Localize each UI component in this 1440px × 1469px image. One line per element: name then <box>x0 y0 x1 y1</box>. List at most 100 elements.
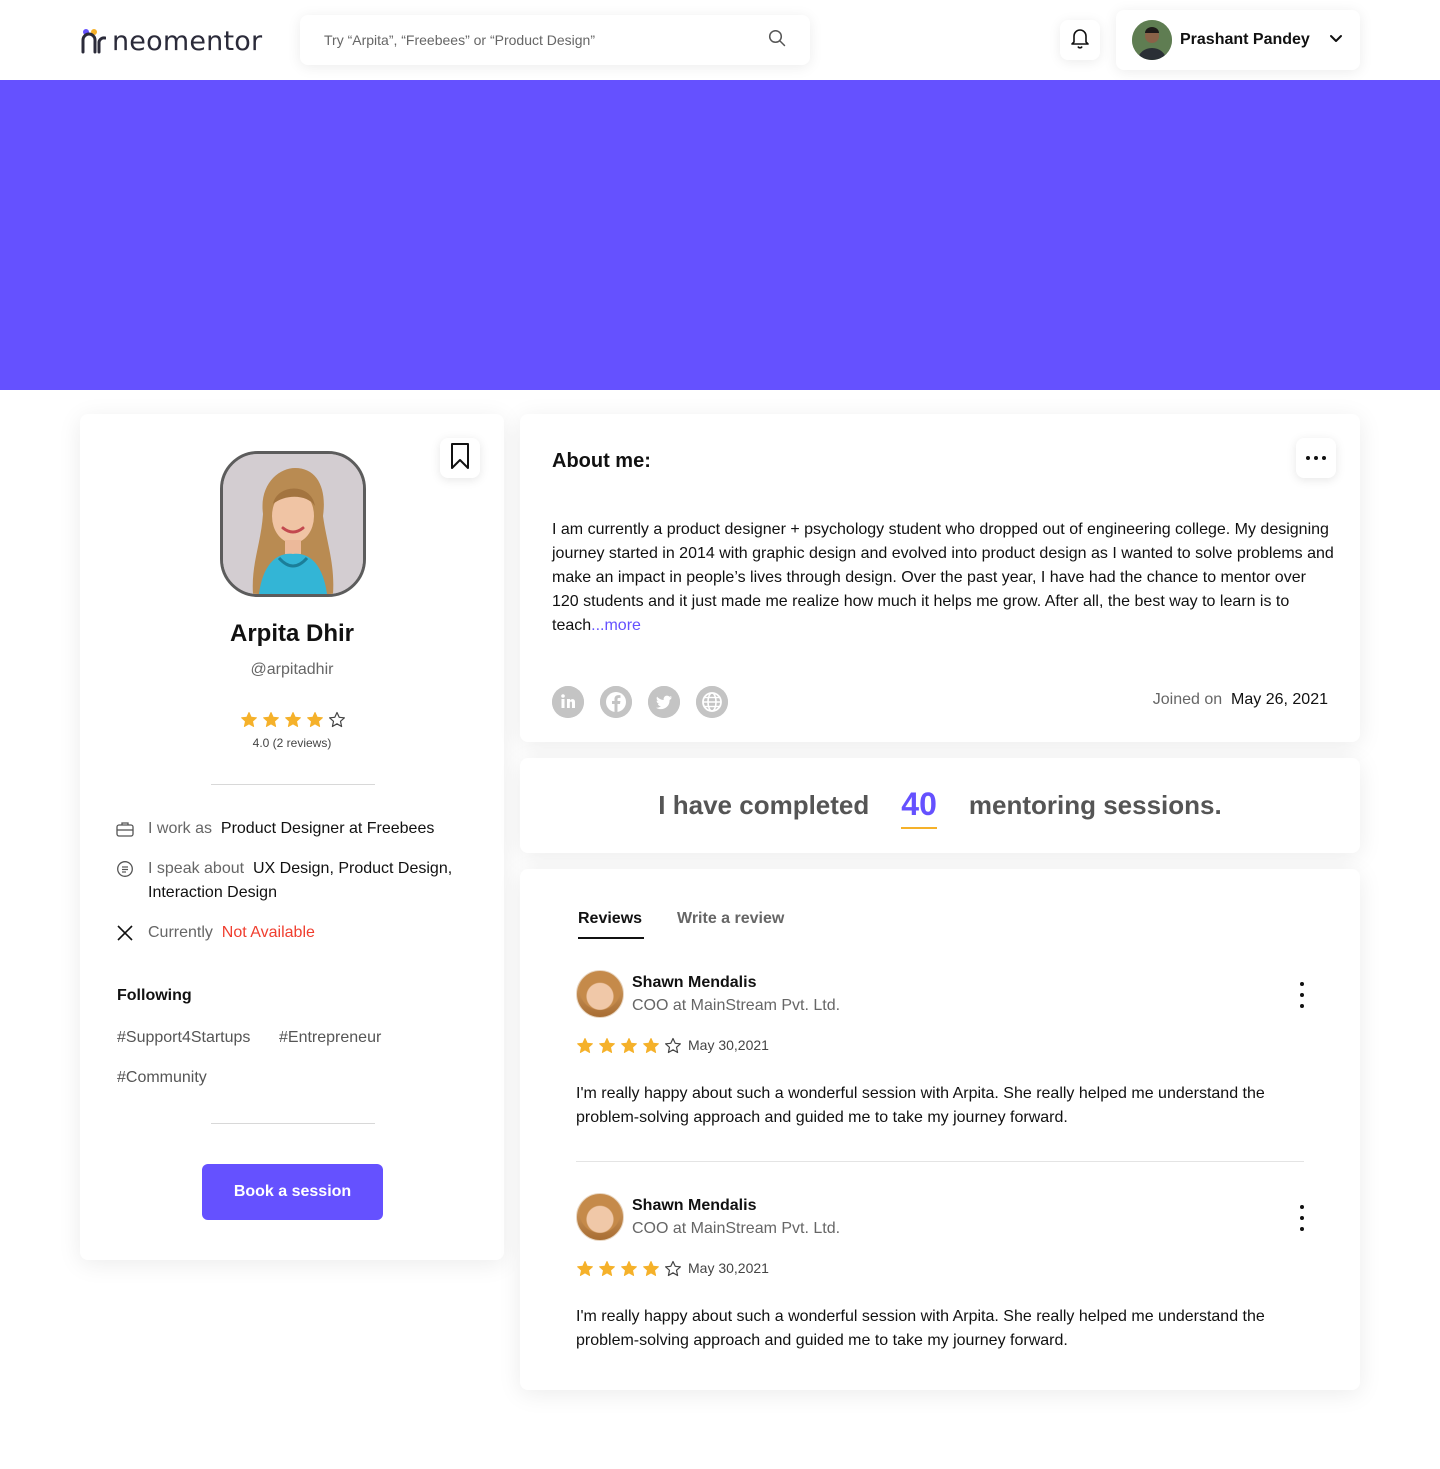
top-navbar: neomentor Prashant Pandey <box>0 0 1440 80</box>
about-body: I am currently a product designer + psyc… <box>552 521 1334 634</box>
reviewer-avatar <box>576 1193 624 1241</box>
following-title: Following <box>117 987 192 1004</box>
review-text: I'm really happy about such a wonderful … <box>576 1308 1265 1349</box>
more-options-button[interactable] <box>1296 438 1336 478</box>
review-rating-stars <box>576 1037 682 1055</box>
review-item: Shawn Mendalis COO at MainStream Pvt. Lt… <box>576 1193 1306 1363</box>
about-card: About me: I am currently a product desig… <box>520 414 1360 742</box>
globe-icon[interactable] <box>696 686 728 718</box>
briefcase-icon <box>116 817 134 841</box>
kebab-dot <box>1300 1004 1304 1008</box>
sessions-suffix: mentoring sessions. <box>968 790 1222 820</box>
tab-reviews[interactable]: Reviews <box>578 910 645 939</box>
star-filled-icon <box>621 1038 637 1053</box>
search-bar[interactable] <box>300 15 810 65</box>
speak-info: I speak about UX Design, Product Design,… <box>116 857 476 905</box>
tab-write-review[interactable]: Write a review <box>677 910 784 928</box>
kebab-dot <box>1300 1216 1304 1220</box>
divider <box>211 1123 375 1124</box>
sessions-summary: I have completed 40 mentoring sessions. <box>520 758 1360 853</box>
star-outline-icon <box>665 1037 681 1054</box>
sessions-card: I have completed 40 mentoring sessions. <box>520 758 1360 853</box>
sessions-count: 40 <box>901 786 937 829</box>
reviewer-role: COO at MainStream Pvt. Ltd. <box>632 997 841 1014</box>
following-tag[interactable]: #Community <box>117 1069 207 1087</box>
more-horizontal-icon-dot <box>1322 456 1326 460</box>
review-item: Shawn Mendalis COO at MainStream Pvt. Lt… <box>576 970 1306 1140</box>
review-date: May 30,2021 <box>688 1260 769 1276</box>
facebook-icon[interactable] <box>600 686 632 718</box>
availability-status: Not Available <box>221 924 315 941</box>
work-label: I work as <box>148 820 213 837</box>
review-more-icon[interactable] <box>1296 1205 1308 1231</box>
twitter-icon[interactable] <box>648 686 680 718</box>
social-links <box>552 686 728 718</box>
star-filled-icon <box>599 1038 615 1053</box>
star-filled-icon <box>263 712 279 727</box>
review-rating-stars <box>576 1260 682 1278</box>
review-divider <box>576 1161 1304 1162</box>
bell-icon <box>1068 26 1092 55</box>
star-filled-icon <box>577 1261 593 1276</box>
notifications-button[interactable] <box>1060 20 1100 60</box>
logo-text: neomentor <box>112 25 263 57</box>
star-filled-icon <box>307 712 323 727</box>
speak-label: I speak about <box>148 860 245 877</box>
logo[interactable]: neomentor <box>80 25 263 57</box>
about-text: I am currently a product designer + psyc… <box>552 518 1336 638</box>
book-session-button[interactable]: Book a session <box>202 1164 383 1220</box>
kebab-dot <box>1300 982 1304 986</box>
logo-mark-icon <box>80 28 107 54</box>
user-menu-button[interactable]: Prashant Pandey <box>1116 10 1360 70</box>
reviewer-name: Shawn Mendalis <box>632 1197 757 1214</box>
search-input[interactable] <box>324 32 768 48</box>
work-info: I work as Product Designer at Freebees <box>116 817 476 841</box>
read-more-link[interactable]: ...more <box>591 617 641 634</box>
star-filled-icon <box>621 1261 637 1276</box>
reviewer-name: Shawn Mendalis <box>632 974 757 991</box>
more-horizontal-icon-dot <box>1314 456 1318 460</box>
following-tag[interactable]: #Support4Startups <box>117 1029 250 1047</box>
star-filled-icon <box>241 712 257 727</box>
profile-card: Arpita Dhir @arpitadhir 4.0 (2 reviews) … <box>80 414 504 1260</box>
bookmark-button[interactable] <box>440 438 480 478</box>
star-outline-icon <box>665 1260 681 1277</box>
search-icon[interactable] <box>768 29 786 52</box>
cover-banner <box>0 80 1440 390</box>
reviewer-avatar <box>576 970 624 1018</box>
user-name: Prashant Pandey <box>1180 31 1310 48</box>
following-tag[interactable]: #Entrepreneur <box>279 1029 381 1047</box>
star-filled-icon <box>643 1038 659 1053</box>
joined-label: Joined on <box>1152 691 1223 708</box>
star-filled-icon <box>599 1261 615 1276</box>
profile-rating-text: 4.0 (2 reviews) <box>252 736 332 750</box>
sessions-prefix: I have completed <box>658 790 870 820</box>
about-title: About me: <box>552 450 651 472</box>
kebab-dot <box>1300 1227 1304 1231</box>
joined-date: May 26, 2021 <box>1231 691 1328 708</box>
profile-name: Arpita Dhir <box>229 620 354 647</box>
reviewer-role: COO at MainStream Pvt. Ltd. <box>632 1220 841 1237</box>
kebab-dot <box>1300 993 1304 997</box>
work-value: Product Designer at Freebees <box>220 820 435 837</box>
bookmark-icon <box>448 442 472 475</box>
kebab-dot <box>1300 1205 1304 1209</box>
star-filled-icon <box>285 712 301 727</box>
linkedin-icon[interactable] <box>552 686 584 718</box>
chevron-down-icon <box>1328 30 1344 51</box>
close-icon <box>116 921 134 945</box>
profile-rating-stars <box>240 711 346 729</box>
joined-info: Joined on May 26, 2021 <box>1153 691 1328 709</box>
availability-label: Currently <box>148 924 213 941</box>
review-more-icon[interactable] <box>1296 982 1308 1008</box>
availability-info: Currently Not Available <box>116 921 476 945</box>
divider <box>211 784 375 785</box>
review-text: I'm really happy about such a wonderful … <box>576 1085 1265 1126</box>
star-filled-icon <box>643 1261 659 1276</box>
reviews-card: Reviews Write a review Shawn Mendalis CO… <box>520 869 1360 1390</box>
profile-photo <box>220 451 366 597</box>
more-horizontal-icon <box>1306 456 1310 460</box>
review-date: May 30,2021 <box>688 1037 769 1053</box>
star-filled-icon <box>577 1038 593 1053</box>
star-outline-icon <box>329 711 345 728</box>
